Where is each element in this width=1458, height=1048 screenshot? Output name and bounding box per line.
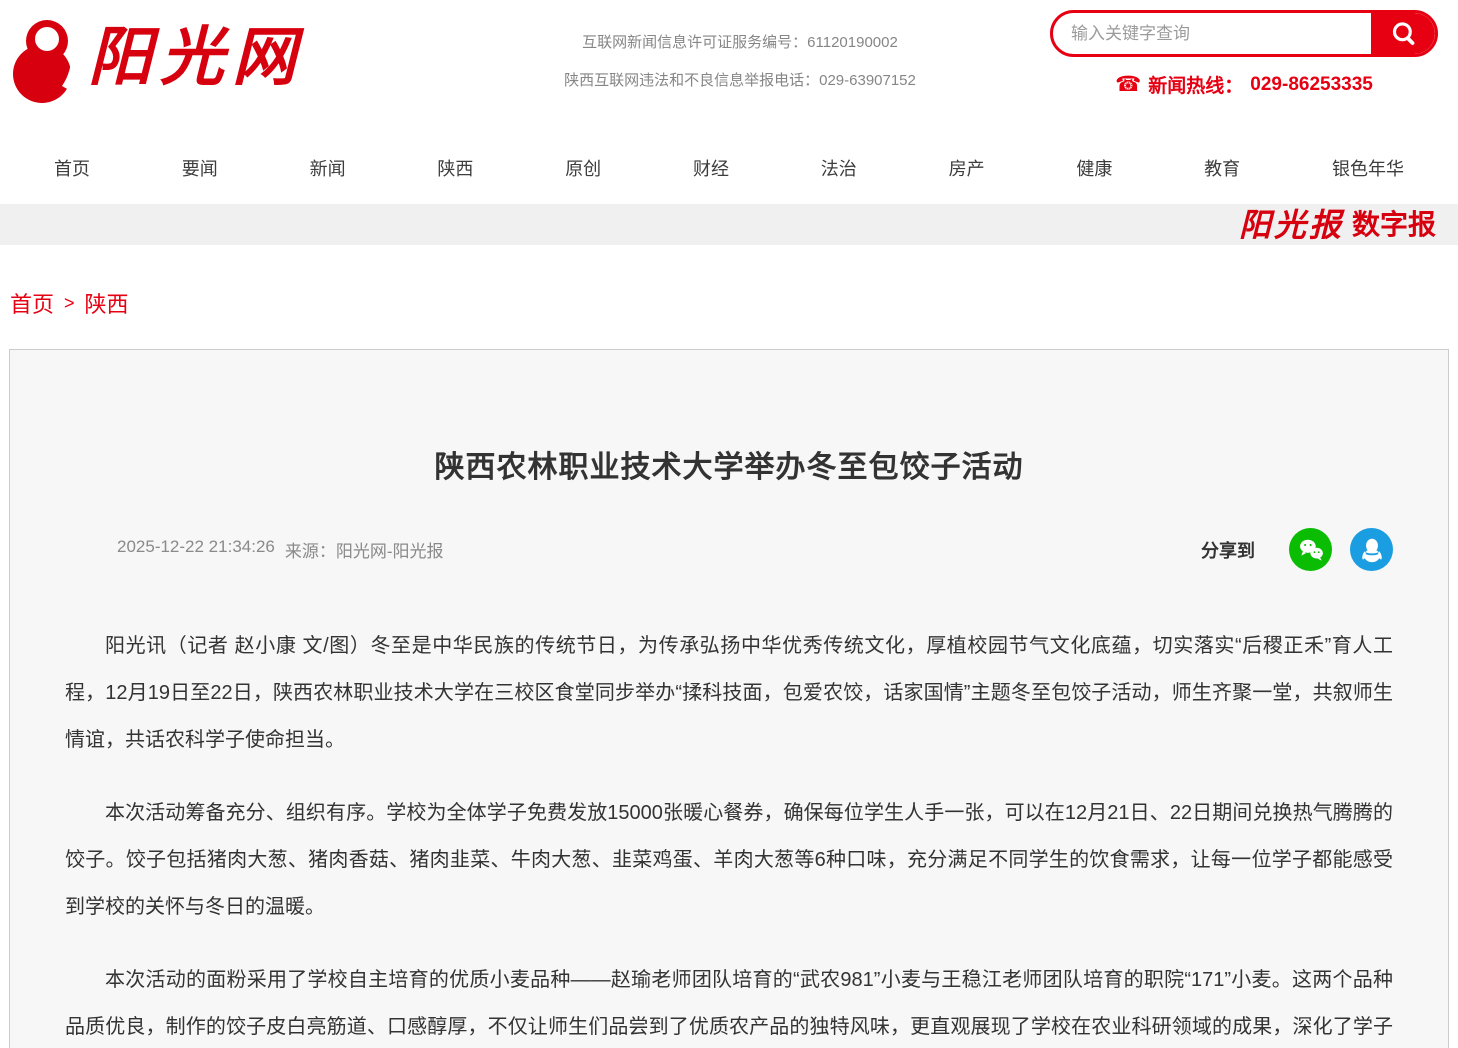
article-body: 阳光讯（记者 赵小康 文/图）冬至是中华民族的传统节日，为传承弘扬中华优秀传统文… (65, 623, 1393, 1048)
article-meta: 2025-12-22 21:34:26 来源：阳光网-阳光报 (117, 537, 444, 562)
article-container: 陕西农林职业技术大学举办冬至包饺子活动 2025-12-22 21:34:26 … (9, 349, 1449, 1048)
main-nav: 首页 要闻 新闻 陕西 原创 财经 法治 房产 健康 教育 银色年华 (0, 131, 1458, 204)
breadcrumb-separator: > (64, 293, 75, 314)
site-logo[interactable]: 阳光网 (10, 8, 430, 108)
search-box (1050, 10, 1438, 57)
header-right: ☎ 新闻热线： 029-86253335 (1050, 8, 1438, 98)
news-hotline: ☎ 新闻热线： 029-86253335 (1050, 71, 1438, 98)
nav-item-shaanxi[interactable]: 陕西 (437, 155, 473, 181)
breadcrumb-section[interactable]: 陕西 (85, 287, 129, 319)
nav-item-yinse-nianhua[interactable]: 银色年华 (1332, 155, 1404, 181)
nav-item-jiaoyu[interactable]: 教育 (1204, 155, 1240, 181)
nav-item-fangchan[interactable]: 房产 (949, 155, 985, 181)
breadcrumb-home[interactable]: 首页 (10, 287, 54, 319)
qq-icon (1357, 535, 1387, 565)
site-logo-text: 阳光网 (88, 8, 304, 108)
nav-item-yaowen[interactable]: 要闻 (182, 155, 218, 181)
nav-item-yuanchuang[interactable]: 原创 (565, 155, 601, 181)
breadcrumb: 首页 > 陕西 (10, 287, 1458, 319)
nav-item-home[interactable]: 首页 (54, 155, 90, 181)
wechat-icon (1296, 535, 1326, 565)
wechat-share-button[interactable] (1289, 528, 1332, 571)
nav-item-jiankang[interactable]: 健康 (1076, 155, 1112, 181)
license-info: 互联网新闻信息许可证服务编号：61120190002 陕西互联网违法和不良信息举… (430, 8, 1050, 100)
search-button[interactable] (1371, 13, 1435, 54)
hotline-number: 029-86253335 (1250, 74, 1373, 96)
site-header: 阳光网 互联网新闻信息许可证服务编号：61120190002 陕西互联网违法和不… (0, 0, 1458, 131)
article-paragraph-2: 本次活动筹备充分、组织有序。学校为全体学子免费发放15000张暖心餐券，确保每位… (65, 790, 1393, 931)
digital-paper-link[interactable]: 数字报 (1352, 211, 1436, 239)
paper-logo[interactable]: 阳光报 (1239, 209, 1344, 241)
license-line-1: 互联网新闻信息许可证服务编号：61120190002 (430, 24, 1050, 62)
nav-item-xinwen[interactable]: 新闻 (310, 155, 346, 181)
article-title: 陕西农林职业技术大学举办冬至包饺子活动 (65, 442, 1393, 486)
nav-item-fazhi[interactable]: 法治 (821, 155, 857, 181)
sun-logo-icon (12, 14, 78, 106)
search-icon (1390, 20, 1417, 47)
qq-share-button[interactable] (1350, 528, 1393, 571)
article-paragraph-3: 本次活动的面粉采用了学校自主培育的优质小麦品种——赵瑜老师团队培育的“武农981… (65, 957, 1393, 1048)
search-input[interactable] (1053, 13, 1371, 54)
article-meta-row: 2025-12-22 21:34:26 来源：阳光网-阳光报 分享到 (65, 528, 1393, 571)
digital-paper-strip: 阳光报 数字报 (0, 204, 1458, 245)
article-paragraph-1: 阳光讯（记者 赵小康 文/图）冬至是中华民族的传统节日，为传承弘扬中华优秀传统文… (65, 623, 1393, 764)
hotline-label: 新闻热线： (1148, 71, 1243, 98)
article-source: 来源：阳光网-阳光报 (285, 537, 444, 562)
share-label: 分享到 (1201, 537, 1255, 563)
license-line-2: 陕西互联网违法和不良信息举报电话：029-63907152 (430, 62, 1050, 100)
nav-item-caijing[interactable]: 财经 (693, 155, 729, 181)
article-datetime: 2025-12-22 21:34:26 (117, 537, 275, 562)
phone-icon: ☎ (1115, 74, 1141, 95)
share-bar: 分享到 (1201, 528, 1393, 571)
